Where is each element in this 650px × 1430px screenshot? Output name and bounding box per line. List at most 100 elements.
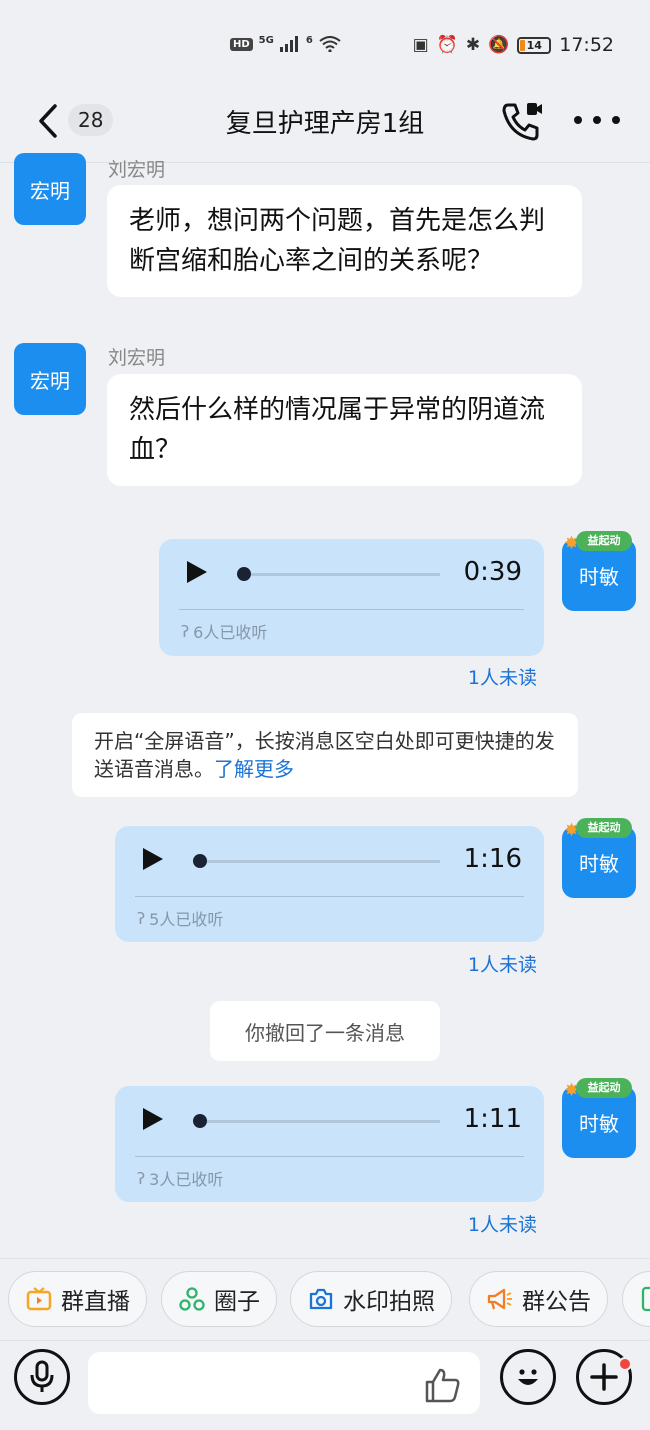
unread-status[interactable]: 1人未读 [468, 1210, 537, 1237]
group-call-button[interactable] [500, 99, 548, 143]
chat-header: 28 复旦护理产房1组 [0, 95, 650, 163]
notification-dot [618, 1357, 632, 1371]
sticker-label: 益起动 [576, 531, 632, 551]
sender-name: 刘宏明 [108, 347, 166, 369]
voice-message[interactable]: 0:39 ʔ 6人已收听 [159, 539, 544, 656]
chevron-left-icon [39, 104, 57, 138]
sticker-label: 益起动 [576, 818, 632, 838]
signal-5g-label: 5G [258, 34, 274, 46]
live-stream-chip[interactable]: 群直播 [8, 1271, 147, 1327]
more-dot-icon [593, 116, 601, 124]
message-bubble[interactable]: 然后什么样的情况属于异常的阴道流血？ [107, 374, 582, 486]
quick-actions-bar: 群直播 圈子 水印拍照 群公告 [0, 1258, 650, 1338]
listened-label: 6人已收听 [193, 623, 268, 642]
nfc-icon: ▣ [412, 35, 429, 55]
message-text: 然后什么样的情况属于异常的阴道流血？ [129, 395, 546, 465]
input-bar [0, 1340, 650, 1430]
sticker-label: 益起动 [576, 1078, 632, 1098]
system-status: ▣ ⏰ ✱ 🔕 14 17:52 [413, 34, 614, 56]
thumbs-up-icon[interactable] [422, 1365, 462, 1405]
progress-handle[interactable] [193, 1114, 207, 1128]
avatar[interactable]: 宏明 [14, 343, 86, 415]
unread-count-badge[interactable]: 28 [68, 104, 114, 136]
avatar-label: 宏明 [30, 178, 70, 203]
listened-label: 3人已收听 [149, 1170, 224, 1189]
camera-icon [307, 1285, 335, 1313]
tip-text: 开启“全屏语音”，长按消息区空白处即可更快捷的发送语音消息。 [94, 729, 555, 781]
listened-count: ʔ 5人已收听 [137, 906, 223, 930]
plus-icon [590, 1363, 618, 1391]
voice-duration: 1:11 [463, 1104, 522, 1134]
fullscreen-voice-tip: 开启“全屏语音”，长按消息区空白处即可更快捷的发送语音消息。了解更多 [72, 713, 578, 797]
megaphone-icon [486, 1285, 514, 1313]
ear-icon: ʔ [181, 621, 190, 641]
chip-label: 水印拍照 [343, 1289, 435, 1315]
phone-video-icon [502, 103, 542, 141]
bluetooth-icon: ✱ [465, 35, 481, 55]
chip-label: 群直播 [61, 1289, 130, 1315]
back-button[interactable] [28, 101, 68, 141]
mute-icon: 🔕 [488, 35, 510, 55]
listened-count: ʔ 3人已收听 [137, 1166, 223, 1190]
voice-message[interactable]: 1:11 ʔ 3人已收听 [115, 1086, 544, 1202]
voice-message[interactable]: 1:16 ʔ 5人已收听 [115, 826, 544, 942]
chip-label: 圈子 [214, 1289, 260, 1315]
message-bubble[interactable]: 老师，想问两个问题，首先是怎么判断宫缩和胎心率之间的关系呢？ [107, 185, 582, 297]
document-icon [639, 1285, 650, 1313]
progress-handle[interactable] [237, 567, 251, 581]
group-notice-chip[interactable]: 群公告 [469, 1271, 608, 1327]
learn-more-link[interactable]: 了解更多 [214, 757, 294, 781]
more-chip[interactable] [622, 1271, 650, 1327]
avatar[interactable]: 宏明 [14, 153, 86, 225]
divider [135, 1156, 524, 1157]
recall-notice: 你撤回了一条消息 [210, 1001, 440, 1061]
progress-track[interactable] [207, 860, 440, 863]
wifi-6-label: 6 [305, 34, 313, 46]
ear-icon: ʔ [137, 1168, 146, 1188]
sender-name: 刘宏明 [108, 159, 166, 181]
battery-icon: 14 [517, 36, 552, 54]
more-dot-icon [612, 116, 620, 124]
status-bar: HD 5G 6 ▣ ⏰ ✱ 🔕 14 17:52 [0, 0, 650, 95]
wifi-icon [319, 36, 341, 52]
more-options-button[interactable] [574, 105, 620, 135]
emoji-icon [518, 1369, 538, 1385]
circle-group-icon [178, 1285, 206, 1313]
divider [179, 609, 524, 610]
avatar-sticker: ✸ 益起动 [562, 818, 636, 840]
progress-track[interactable] [251, 573, 440, 576]
unread-status[interactable]: 1人未读 [468, 663, 537, 690]
avatar-label: 时敏 [579, 851, 619, 876]
listened-count: ʔ 6人已收听 [181, 619, 267, 643]
page-title: 复旦护理产房1组 [225, 109, 425, 139]
alarm-icon: ⏰ [436, 35, 458, 55]
avatar-sticker: ✸ 益起动 [562, 531, 636, 553]
voice-duration: 0:39 [463, 557, 522, 587]
play-icon[interactable] [143, 848, 163, 870]
circle-chip[interactable]: 圈子 [161, 1271, 277, 1327]
message-text: 老师，想问两个问题，首先是怎么判断宫缩和胎心率之间的关系呢？ [129, 206, 546, 276]
emoji-button[interactable] [500, 1349, 556, 1405]
play-icon[interactable] [143, 1108, 163, 1130]
clock: 17:52 [559, 34, 614, 56]
avatar-label: 宏明 [30, 368, 70, 393]
avatar-label: 时敏 [579, 564, 619, 589]
network-status: HD 5G 6 [230, 34, 341, 52]
progress-handle[interactable] [193, 854, 207, 868]
microphone-icon [30, 1360, 54, 1392]
voice-duration: 1:16 [463, 844, 522, 874]
hd-badge: HD [230, 37, 253, 51]
play-icon[interactable] [187, 561, 207, 583]
voice-input-button[interactable] [14, 1349, 70, 1405]
unread-status[interactable]: 1人未读 [468, 950, 537, 977]
live-tv-icon [25, 1285, 53, 1313]
watermark-camera-chip[interactable]: 水印拍照 [290, 1271, 452, 1327]
chip-label: 群公告 [522, 1289, 591, 1315]
divider [135, 896, 524, 897]
ear-icon: ʔ [137, 908, 146, 928]
avatar-label: 时敏 [579, 1111, 619, 1136]
signal-bars-icon [279, 36, 298, 52]
more-dot-icon [574, 116, 582, 124]
avatar-sticker: ✸ 益起动 [562, 1078, 636, 1100]
progress-track[interactable] [207, 1120, 440, 1123]
